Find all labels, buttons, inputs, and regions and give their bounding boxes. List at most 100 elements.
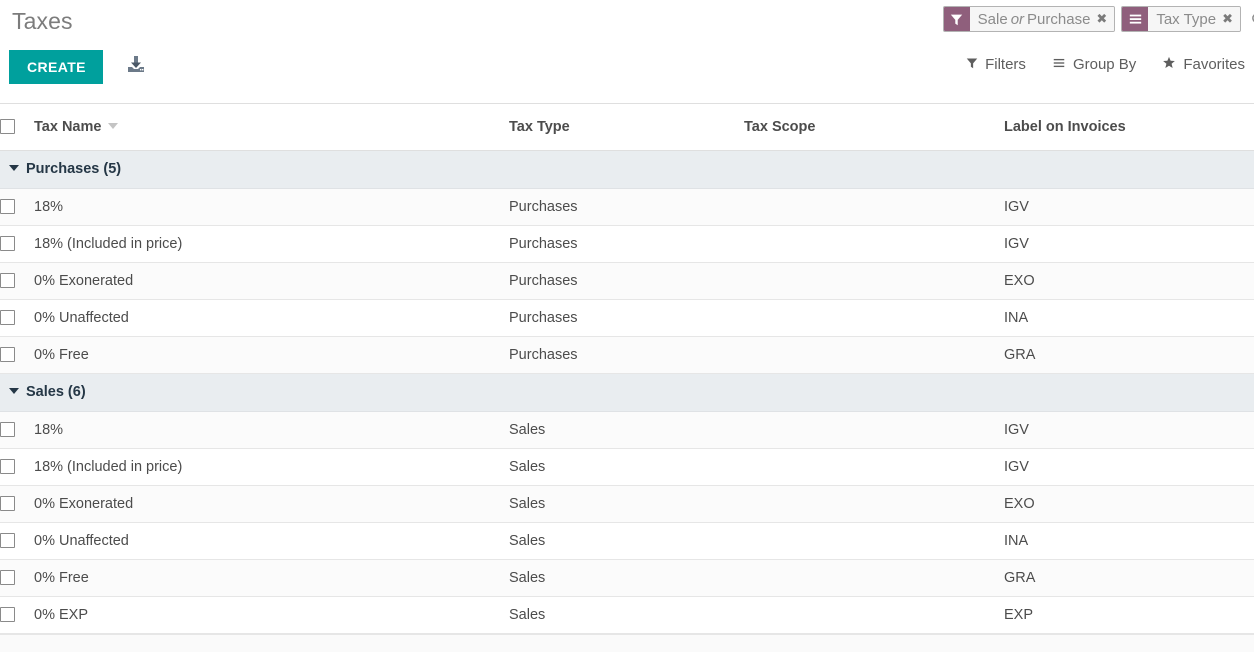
facet-remove-icon[interactable]: ✖: [1095, 7, 1114, 31]
group-by-bars-icon: [1052, 56, 1066, 73]
cell-label-on-invoices: IGV: [1004, 225, 1254, 262]
table-row[interactable]: 0% EXPSales EXP: [0, 596, 1254, 633]
cell-tax-scope: [744, 411, 1004, 448]
column-header-tax-scope[interactable]: Tax Scope: [744, 104, 1004, 150]
row-select-cell: [0, 522, 34, 559]
table-footer: [0, 634, 1254, 652]
row-select-cell: [0, 262, 34, 299]
row-select-cell: [0, 411, 34, 448]
cell-tax-scope: [744, 225, 1004, 262]
cell-tax-type: Purchases: [509, 188, 744, 225]
cell-tax-name: 0% EXP: [34, 596, 509, 633]
row-checkbox[interactable]: [0, 496, 15, 511]
row-select-cell: [0, 559, 34, 596]
table-row[interactable]: 0% ExoneratedPurchasesEXO: [0, 262, 1254, 299]
group-header-label: Sales (6): [26, 384, 86, 400]
cell-tax-scope: [744, 522, 1004, 559]
cell-tax-type: Sales: [509, 448, 744, 485]
row-checkbox[interactable]: [0, 310, 15, 325]
control-panel: Taxes CREATE Sale or Purchase ✖: [0, 0, 1254, 104]
facet-text-em: or: [1008, 11, 1027, 28]
row-checkbox[interactable]: [0, 607, 15, 622]
row-checkbox[interactable]: [0, 199, 15, 214]
cell-label-on-invoices: EXP: [1004, 596, 1254, 633]
table-row[interactable]: 0% UnaffectedPurchasesINA: [0, 299, 1254, 336]
column-header-tax-type[interactable]: Tax Type: [509, 104, 744, 150]
table-header: Tax Name Tax Type Tax Scope Label on Inv…: [0, 104, 1254, 150]
group-by-menu-button[interactable]: Group By: [1052, 56, 1136, 73]
cell-tax-scope: [744, 299, 1004, 336]
cell-tax-name: 0% Exonerated: [34, 485, 509, 522]
favorites-menu-button[interactable]: Favorites: [1162, 56, 1245, 73]
cell-tax-scope: [744, 336, 1004, 373]
favorites-menu-label: Favorites: [1183, 56, 1245, 73]
cell-label-on-invoices: IGV: [1004, 448, 1254, 485]
table-row[interactable]: 18%PurchasesIGV: [0, 188, 1254, 225]
cell-tax-name: 18% (Included in price): [34, 225, 509, 262]
create-button[interactable]: CREATE: [9, 50, 103, 84]
table-row[interactable]: 18% (Included in price)PurchasesIGV: [0, 225, 1254, 262]
column-header-label-on-invoices[interactable]: Label on Invoices: [1004, 104, 1254, 150]
facet-tax-type[interactable]: Tax Type ✖: [1121, 6, 1241, 32]
group-header-cell[interactable]: Purchases (5): [0, 150, 1254, 188]
table-row[interactable]: 18%SalesIGV: [0, 411, 1254, 448]
cell-tax-type: Purchases: [509, 299, 744, 336]
cell-label-on-invoices: EXO: [1004, 485, 1254, 522]
group-collapse-caret-icon[interactable]: [9, 388, 19, 394]
cell-tax-name: 0% Unaffected: [34, 522, 509, 559]
row-select-cell: [0, 188, 34, 225]
group-collapse-caret-icon[interactable]: [9, 165, 19, 171]
row-checkbox[interactable]: [0, 570, 15, 585]
row-checkbox[interactable]: [0, 236, 15, 251]
row-checkbox[interactable]: [0, 459, 15, 474]
facet-label-sale-or-purchase: Sale or Purchase: [970, 7, 1096, 31]
group-header-cell[interactable]: Sales (6): [0, 373, 1254, 411]
filters-menu-button[interactable]: Filters: [966, 56, 1026, 73]
row-checkbox[interactable]: [0, 347, 15, 362]
cell-tax-scope: [744, 596, 1004, 633]
table-body: Purchases (5)18%PurchasesIGV18% (Include…: [0, 150, 1254, 633]
group-header-row[interactable]: Sales (6): [0, 373, 1254, 411]
cell-tax-name: 18%: [34, 411, 509, 448]
search-icon[interactable]: [1247, 6, 1254, 32]
cell-tax-scope: [744, 559, 1004, 596]
row-checkbox[interactable]: [0, 533, 15, 548]
row-checkbox[interactable]: [0, 422, 15, 437]
cell-tax-name: 0% Free: [34, 336, 509, 373]
cell-tax-type: Purchases: [509, 336, 744, 373]
cell-tax-type: Sales: [509, 485, 744, 522]
table-row[interactable]: 0% FreeSalesGRA: [0, 559, 1254, 596]
facet-text-post: Purchase: [1027, 11, 1090, 28]
breadcrumb: Taxes: [12, 8, 73, 35]
cell-tax-type: Sales: [509, 411, 744, 448]
cell-tax-type: Sales: [509, 522, 744, 559]
cell-tax-name: 18% (Included in price): [34, 448, 509, 485]
table-row[interactable]: 18% (Included in price)Sales IGV: [0, 448, 1254, 485]
table-row[interactable]: 0% ExoneratedSales EXO: [0, 485, 1254, 522]
group-by-bars-icon: [1122, 7, 1148, 31]
table-row[interactable]: 0% UnaffectedSalesINA: [0, 522, 1254, 559]
group-header-row[interactable]: Purchases (5): [0, 150, 1254, 188]
taxes-list-table: Tax Name Tax Type Tax Scope Label on Inv…: [0, 104, 1254, 634]
facet-label-tax-type: Tax Type: [1148, 7, 1221, 31]
cell-tax-name: 0% Unaffected: [34, 299, 509, 336]
import-icon[interactable]: [126, 55, 146, 80]
cell-tax-type: Sales: [509, 596, 744, 633]
cell-tax-name: 0% Exonerated: [34, 262, 509, 299]
select-all-checkbox[interactable]: [0, 119, 15, 134]
facet-remove-icon[interactable]: ✖: [1221, 7, 1240, 31]
group-header-label: Purchases (5): [26, 161, 121, 177]
column-header-tax-name[interactable]: Tax Name: [34, 104, 509, 150]
column-header-tax-name-label: Tax Name: [34, 119, 101, 135]
row-checkbox[interactable]: [0, 273, 15, 288]
table-header-row: Tax Name Tax Type Tax Scope Label on Inv…: [0, 104, 1254, 150]
cell-tax-name: 18%: [34, 188, 509, 225]
filters-menu-label: Filters: [985, 56, 1026, 73]
table-row[interactable]: 0% FreePurchasesGRA: [0, 336, 1254, 373]
row-select-cell: [0, 448, 34, 485]
row-select-cell: [0, 225, 34, 262]
filter-icon: [966, 56, 978, 73]
cell-tax-type: Purchases: [509, 262, 744, 299]
facet-sale-or-purchase[interactable]: Sale or Purchase ✖: [943, 6, 1116, 32]
row-select-cell: [0, 299, 34, 336]
